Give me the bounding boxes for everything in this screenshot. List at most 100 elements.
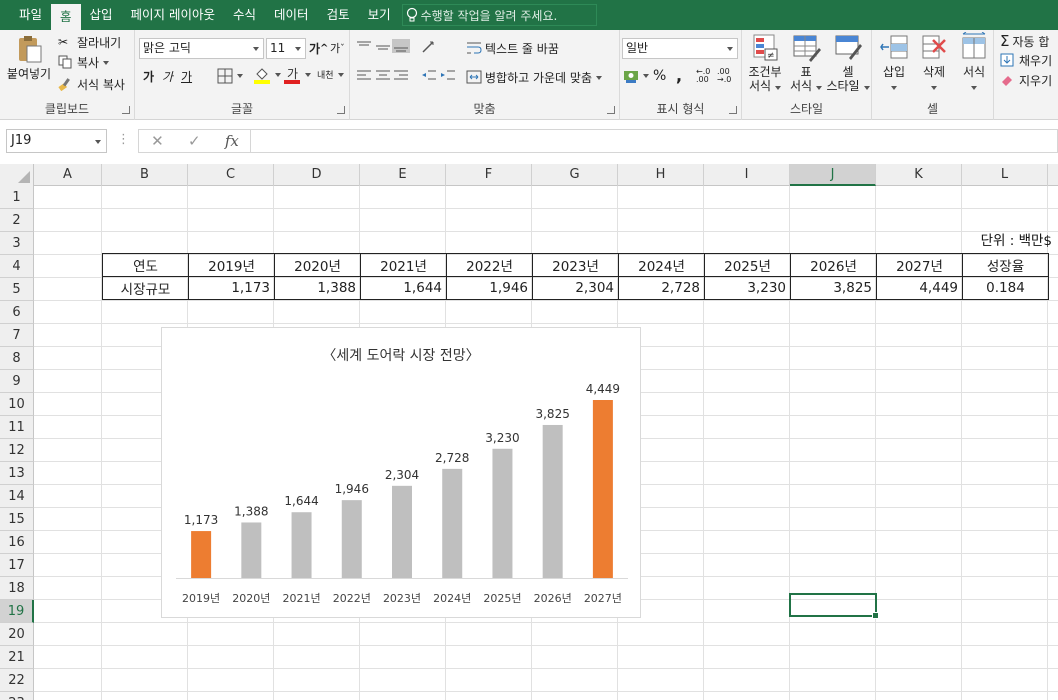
italic-button[interactable]: 가 [162,68,173,85]
row-header-15[interactable]: 15 [0,508,34,531]
autosum-button[interactable]: Σ 자동 합 [1000,32,1049,50]
bar-2020년[interactable] [241,522,262,578]
row-header-6[interactable]: 6 [0,301,34,324]
row-header-12[interactable]: 12 [0,439,34,462]
table-header-cell[interactable]: 성장율 [962,253,1049,277]
underline-button[interactable]: 가 [181,68,192,85]
column-header-i[interactable]: I [704,164,790,186]
row-header-18[interactable]: 18 [0,577,34,600]
alignment-launcher-icon[interactable] [607,106,615,114]
font-color-button[interactable]: 가 [283,66,311,84]
align-bottom-icon[interactable] [392,39,410,53]
column-header-e[interactable]: E [360,164,446,186]
row-header-21[interactable]: 21 [0,646,34,669]
bar-2021년[interactable] [291,512,312,578]
tab-insert[interactable]: 삽입 [81,0,122,30]
shrink-font-button[interactable]: 가ˇ [330,40,345,56]
align-middle-icon[interactable] [374,40,392,54]
cancel-icon[interactable]: ✕ [151,132,164,150]
align-right-icon[interactable] [392,69,410,83]
row-header-19[interactable]: 19 [0,600,34,623]
row-header-4[interactable]: 4 [0,255,34,278]
table-header-cell[interactable]: 연도 [102,253,189,277]
grow-font-button[interactable]: 가 ^ [309,40,328,57]
paste-button[interactable]: 붙여넣기 [4,34,54,81]
table-cell[interactable]: 1,946 [446,276,533,300]
name-box[interactable]: J19 [6,129,107,153]
cell-styles-button[interactable]: 셀 스타일 [826,32,870,93]
column-header-a[interactable]: A [34,164,102,186]
row-header-20[interactable]: 20 [0,623,34,646]
insert-cells-button[interactable]: 삽입 [874,32,914,93]
fill-button[interactable]: 채우기 [1000,52,1052,69]
column-header-h[interactable]: H [618,164,704,186]
select-all-corner[interactable] [0,164,34,186]
row-header-10[interactable]: 10 [0,393,34,416]
table-cell[interactable]: 4,449 [876,276,963,300]
font-launcher-icon[interactable] [337,106,345,114]
table-cell[interactable]: 시장규모 [102,276,189,300]
table-cell[interactable]: 3,230 [704,276,791,300]
table-header-cell[interactable]: 2019년 [188,253,275,277]
format-painter-button[interactable]: 서식 복사 [58,76,125,93]
tab-data[interactable]: 데이터 [265,0,318,30]
clipboard-launcher-icon[interactable] [122,106,130,114]
tab-file[interactable]: 파일 [10,0,51,30]
bar-2026년[interactable] [542,424,563,578]
row-header-8[interactable]: 8 [0,347,34,370]
fill-color-button[interactable] [253,66,281,84]
worksheet-grid[interactable]: ABCDEFGHIJKL 1 2 3 4 5 6 7 8 9 10 11 12 13 14 15 16 17 18… [0,164,1058,700]
decrease-indent-icon[interactable] [420,69,438,83]
insert-function-icon[interactable]: fx [225,132,239,150]
cut-button[interactable]: ✂ 잘라내기 [58,34,121,51]
row-header-2[interactable]: 2 [0,209,34,232]
tab-home[interactable]: 홈 [51,4,81,30]
conditional-formatting-button[interactable]: ≠ 조건부 서식 [744,32,786,93]
currency-button[interactable] [623,68,649,84]
align-center-icon[interactable] [374,69,392,83]
table-header-cell[interactable]: 2020년 [274,253,361,277]
wrap-text-button[interactable]: 텍스트 줄 바꿈 [466,40,559,57]
borders-button[interactable] [217,68,243,84]
table-header-cell[interactable]: 2021년 [360,253,447,277]
row-header-1[interactable]: 1 [0,186,34,209]
clear-button[interactable]: 지우기 [1000,72,1052,89]
row-header-17[interactable]: 17 [0,554,34,577]
unit-label-cell[interactable]: 단위 : 백만$ [963,230,1058,252]
column-header-f[interactable]: F [446,164,532,186]
tell-me-box[interactable]: 수행할 작업을 알려 주세요. [401,4,597,26]
bar-2027년[interactable] [592,400,613,578]
percent-button[interactable]: % [653,68,666,84]
format-as-table-button[interactable]: 표 서식 [786,32,826,93]
column-header-c[interactable]: C [188,164,274,186]
bar-2022년[interactable] [341,500,362,578]
font-size-dropdown[interactable]: 11 [266,38,306,59]
table-cell[interactable]: 1,388 [274,276,361,300]
comma-button[interactable]: , [676,66,682,85]
merge-center-button[interactable]: 병합하고 가운데 맞춤 [466,69,602,86]
tab-view[interactable]: 보기 [359,0,400,30]
table-header-cell[interactable]: 2024년 [618,253,705,277]
table-header-cell[interactable]: 2023년 [532,253,619,277]
table-cell[interactable]: 1,173 [188,276,275,300]
row-header-7[interactable]: 7 [0,324,34,347]
column-header-b[interactable]: B [102,164,188,186]
phonetic-button[interactable]: 내천 [317,68,344,81]
tab-review[interactable]: 검토 [318,0,359,30]
bar-2023년[interactable] [392,485,412,578]
bold-button[interactable]: 가 [143,68,154,85]
row-header-16[interactable]: 16 [0,531,34,554]
table-header-cell[interactable]: 2027년 [876,253,963,277]
tab-formulas[interactable]: 수식 [224,0,265,30]
column-header-g[interactable]: G [532,164,618,186]
table-cell[interactable]: 3,825 [790,276,877,300]
formula-input[interactable] [250,129,1058,153]
table-header-cell[interactable]: 2022년 [446,253,533,277]
row-header-9[interactable]: 9 [0,370,34,393]
row-header-13[interactable]: 13 [0,462,34,485]
table-cell[interactable]: 1,644 [360,276,447,300]
formula-bar-grip[interactable]: ⋮ [117,132,130,147]
row-header-5[interactable]: 5 [0,278,34,301]
orientation-icon[interactable] [420,40,438,54]
row-header-3[interactable]: 3 [0,232,34,255]
